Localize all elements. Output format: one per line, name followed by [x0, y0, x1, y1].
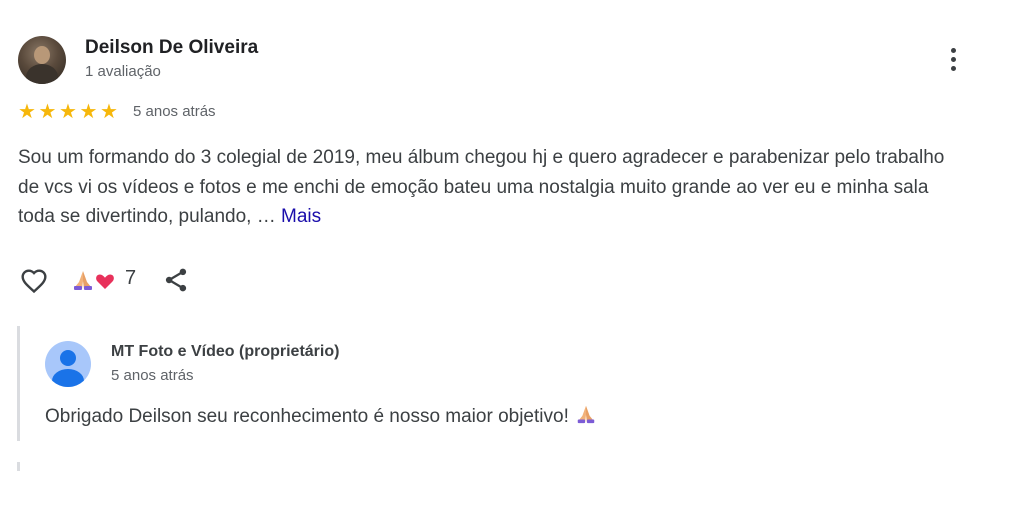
star-icon: ★: [79, 101, 98, 123]
review-body: Sou um formando do 3 colegial de 2019, m…: [18, 147, 945, 227]
star-rating: ★ ★ ★ ★ ★: [18, 101, 121, 123]
share-icon: [165, 268, 187, 292]
owner-reply-text: Obrigado Deilson seu reconhecimento é no…: [45, 403, 597, 431]
more-vert-icon[interactable]: [944, 46, 964, 74]
heart-emoji-icon: [96, 274, 114, 289]
reaction-count: 7: [125, 267, 137, 289]
reactions-icons: [74, 271, 114, 290]
review-count: 1 avaliação: [85, 63, 161, 80]
reply-divider: [17, 462, 20, 471]
avatar-body: [26, 64, 58, 84]
default-user-body: [52, 369, 84, 387]
share-button[interactable]: [161, 265, 191, 295]
review-time: 5 anos atrás: [133, 103, 216, 120]
avatar-face: [34, 46, 50, 64]
pray-emoji-icon: [575, 403, 597, 431]
reply-divider: [17, 326, 20, 441]
star-icon: ★: [38, 101, 57, 123]
reactions[interactable]: [72, 268, 120, 292]
like-button[interactable]: [18, 264, 50, 296]
review-text: Sou um formando do 3 colegial de 2019, m…: [18, 143, 968, 232]
pray-emoji-icon: [74, 271, 92, 290]
star-icon: ★: [18, 101, 36, 123]
star-icon: ★: [59, 101, 77, 123]
star-icon: ★: [100, 101, 118, 123]
heart-outline-icon: [21, 269, 47, 294]
more-link[interactable]: Mais: [281, 206, 321, 227]
owner-reply-time: 5 anos atrás: [111, 367, 194, 384]
owner-name: MT Foto e Vídeo (proprietário): [111, 343, 340, 360]
reviewer-name[interactable]: Deilson De Oliveira: [85, 37, 258, 59]
owner-reply-body: Obrigado Deilson seu reconhecimento é no…: [45, 406, 569, 427]
owner-avatar[interactable]: [45, 341, 91, 387]
reviewer-avatar[interactable]: [18, 36, 66, 84]
default-user-head: [60, 350, 76, 366]
